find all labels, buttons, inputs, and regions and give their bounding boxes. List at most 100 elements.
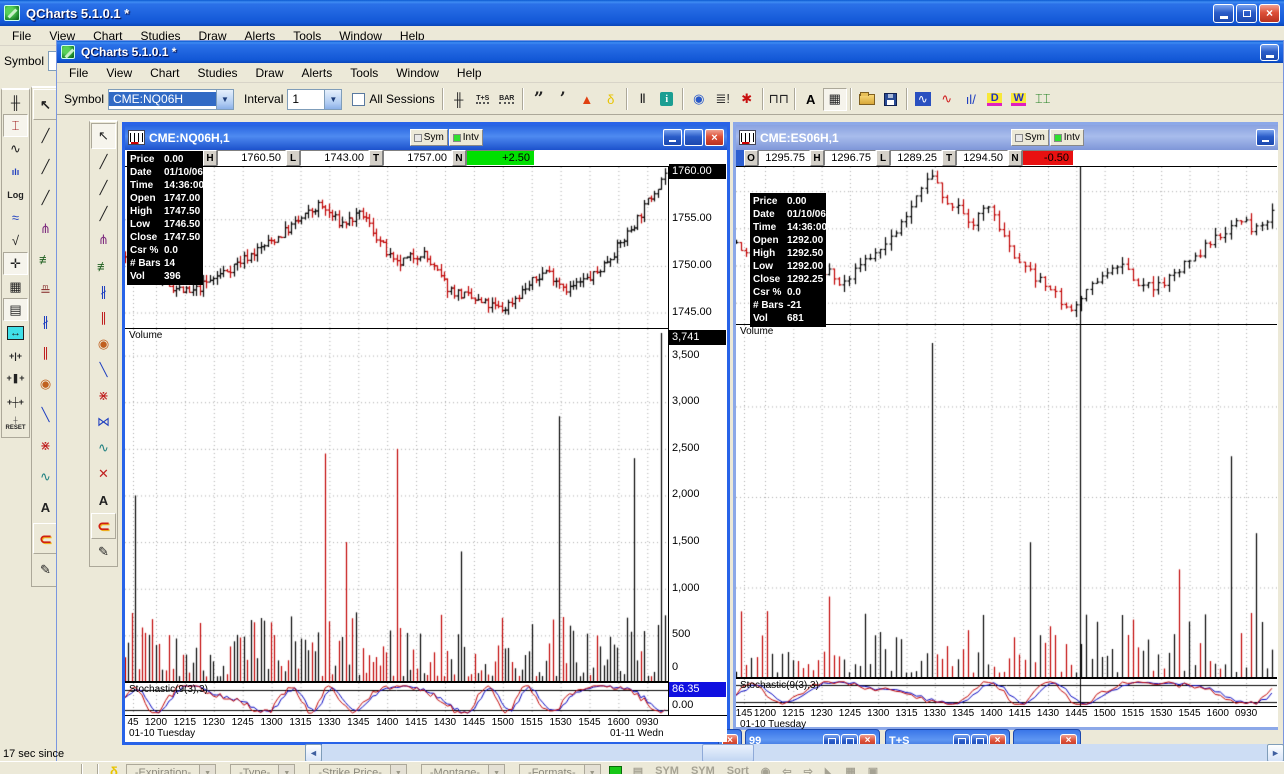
- text-tool-icon[interactable]: A: [91, 487, 116, 513]
- wave-study-icon[interactable]: ∿: [911, 88, 935, 111]
- chevron-down-icon[interactable]: ▼: [216, 90, 233, 109]
- chevron-down-icon[interactable]: ▼: [390, 765, 406, 774]
- news-alert-icon[interactable]: ≣!: [711, 88, 735, 111]
- symbol-combo[interactable]: CME:NQ06H ▼: [108, 89, 234, 110]
- restore-button[interactable]: [1236, 4, 1257, 23]
- expand-bars-icon[interactable]: ↔: [3, 321, 28, 344]
- combo-expiration[interactable]: -Expiration-▼: [126, 764, 216, 774]
- candle-chart-icon[interactable]: ⌶⌶: [1031, 88, 1055, 111]
- maximize-button[interactable]: [684, 129, 703, 146]
- narrow-bars-icon[interactable]: +|+: [3, 344, 28, 367]
- zigzag-study-icon[interactable]: ∿: [935, 88, 959, 111]
- grid-icon[interactable]: ▦: [823, 88, 847, 111]
- minimize-button[interactable]: [1256, 129, 1275, 146]
- menu-studies[interactable]: Studies: [189, 64, 245, 82]
- menu-chart[interactable]: Chart: [142, 64, 187, 82]
- menu-alerts[interactable]: Alerts: [294, 64, 341, 82]
- menu-tools[interactable]: Tools: [342, 64, 386, 82]
- bug-icon[interactable]: ✱: [735, 88, 759, 111]
- menu-file[interactable]: File: [4, 27, 39, 45]
- widen-bars-icon[interactable]: +❚+: [3, 367, 28, 390]
- fib-fan-icon[interactable]: ╲: [33, 399, 58, 430]
- menu-draw[interactable]: Draw: [248, 64, 292, 82]
- interval-combo[interactable]: 1 ▼: [287, 89, 342, 110]
- fib-time-icon[interactable]: ⋈: [91, 409, 116, 435]
- hot-list-flame-icon[interactable]: ▲: [575, 88, 599, 111]
- daily-chart-icon[interactable]: D: [983, 88, 1007, 111]
- trend-line-icon[interactable]: ╱: [91, 149, 116, 175]
- volume-pane[interactable]: Volume: [736, 324, 1277, 677]
- fib-arcs-icon[interactable]: ◉: [91, 331, 116, 357]
- volume-style-icon[interactable]: ılı: [3, 160, 28, 183]
- info-icon[interactable]: i: [655, 88, 679, 111]
- cycle-line-icon[interactable]: ∿: [33, 461, 58, 492]
- text-tool-icon[interactable]: A: [33, 492, 58, 523]
- intv-link-button[interactable]: Intv: [1050, 129, 1084, 146]
- wave-tool-icon[interactable]: ∿: [91, 435, 116, 461]
- zigzag-style-icon[interactable]: ∿: [3, 137, 28, 160]
- close-button[interactable]: ×: [1259, 4, 1280, 23]
- gann-grid-icon[interactable]: ⋇: [33, 430, 58, 461]
- chart-window-icon[interactable]: ╫: [447, 88, 471, 111]
- scroll-left-icon[interactable]: ◄: [305, 744, 322, 762]
- combo-formats[interactable]: -Formats-▼: [519, 764, 601, 774]
- trend-segment-icon[interactable]: ╱: [33, 182, 58, 213]
- save-file-icon[interactable]: [879, 88, 903, 111]
- gann-grid-icon[interactable]: ⋇: [91, 383, 116, 409]
- line-chart-style-icon[interactable]: ╫: [3, 91, 28, 114]
- parallel-channel-icon[interactable]: ∦: [91, 279, 116, 305]
- price-pane[interactable]: [125, 166, 668, 328]
- chevron-down-icon[interactable]: ▼: [278, 765, 294, 774]
- trend-ray-icon[interactable]: ╱: [91, 175, 116, 201]
- stochastic-pane[interactable]: Stochastic(9(3),3): [125, 681, 668, 715]
- fib-arcs-icon[interactable]: ◉: [33, 368, 58, 399]
- menu-file[interactable]: File: [61, 64, 96, 82]
- time-and-sales-icon[interactable]: T+S: [471, 88, 495, 111]
- select-arrow-icon[interactable]: ↖: [33, 89, 58, 120]
- trend-ray-icon[interactable]: ╱: [33, 151, 58, 182]
- chart-canvas[interactable]: [125, 167, 668, 329]
- sym-link-button[interactable]: Sym: [1011, 129, 1049, 146]
- select-arrow-icon[interactable]: ↖: [91, 123, 116, 149]
- menu-help[interactable]: Help: [449, 64, 490, 82]
- shift-bars-icon[interactable]: +┼+: [3, 390, 28, 413]
- sym-list2-icon[interactable]: SYM: [688, 764, 718, 774]
- chart-titlebar[interactable]: CME:NQ06H,1SymIntv×: [125, 125, 727, 150]
- note-callout-icon[interactable]: ✎: [33, 554, 58, 585]
- fib-retracement-icon[interactable]: ≢: [33, 244, 58, 275]
- close-button[interactable]: ×: [705, 129, 724, 146]
- fib-extension-icon[interactable]: ≞: [33, 275, 58, 306]
- bar-line-study-icon[interactable]: ıl/: [959, 88, 983, 111]
- double-quote-icon[interactable]: ”: [527, 88, 551, 111]
- snap-magnet-icon[interactable]: ⊂: [91, 513, 116, 539]
- candle-style-icon[interactable]: ⌶: [3, 114, 28, 137]
- gemini-icon[interactable]: Ⅱ: [631, 88, 655, 111]
- clock-icon[interactable]: ◉: [758, 764, 774, 774]
- menu-window[interactable]: Window: [388, 64, 447, 82]
- vertical-line-icon[interactable]: ∥: [33, 337, 58, 368]
- cross-tool-icon[interactable]: ✕: [91, 461, 116, 487]
- scrollbar-track[interactable]: [322, 744, 1267, 762]
- scroll-right-icon[interactable]: ►: [1267, 744, 1284, 762]
- copy-icon[interactable]: ▣: [865, 764, 881, 774]
- forward-icon[interactable]: ⇨: [801, 764, 816, 774]
- combo-strikeprice[interactable]: -Strike Price-▼: [309, 764, 407, 774]
- option-delta-icon[interactable]: δ: [599, 88, 623, 111]
- sym-list-icon[interactable]: SYM: [652, 764, 682, 774]
- combo-montage[interactable]: -Montage-▼: [421, 764, 505, 774]
- sqrt-scale-icon[interactable]: √: [3, 229, 28, 252]
- pitchfork-icon[interactable]: ⋔: [33, 213, 58, 244]
- chevron-down-icon[interactable]: ▼: [488, 765, 504, 774]
- montage-icon[interactable]: ▦: [842, 764, 858, 774]
- font-icon[interactable]: A: [799, 88, 823, 111]
- open-file-icon[interactable]: [855, 88, 879, 111]
- log-scale-icon[interactable]: Log: [3, 183, 28, 206]
- all-sessions-checkbox[interactable]: [352, 93, 365, 106]
- horizontal-scrollbar[interactable]: ◄ ►: [305, 744, 1284, 762]
- quote-rows-icon[interactable]: ▤: [3, 298, 28, 321]
- trend-line-icon[interactable]: ╱: [33, 120, 58, 151]
- pitchfork-icon[interactable]: ⋔: [91, 227, 116, 253]
- band-study-icon[interactable]: ≈: [3, 206, 28, 229]
- snap-magnet-icon[interactable]: ⊂: [33, 523, 58, 554]
- sym-link-button[interactable]: Sym: [410, 129, 448, 146]
